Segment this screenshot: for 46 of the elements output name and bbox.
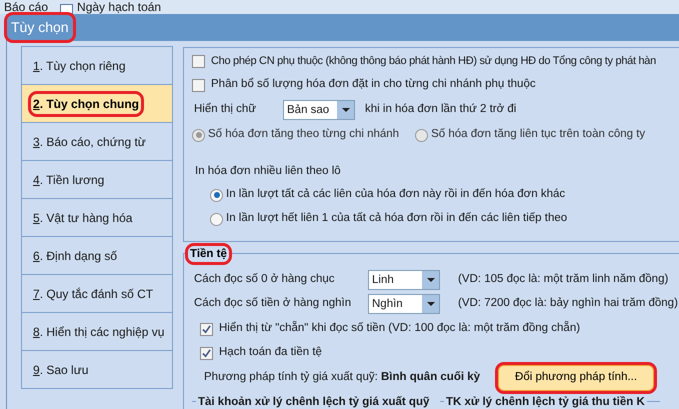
sidebar-item[interactable]: 5. Vật tư hàng hóa xyxy=(21,198,173,237)
change-method-button[interactable]: Đổi phương pháp tính... xyxy=(498,365,654,391)
caret-icon xyxy=(426,278,434,282)
sidebar-item[interactable]: 6. Định dạng số xyxy=(21,236,173,275)
group-title: Tài khoản xử lý chênh lệch tỷ giá xuất quỹ xyxy=(196,394,432,409)
sidebar-item[interactable]: 9. Sao lưu xyxy=(21,350,173,389)
radio-button[interactable] xyxy=(210,212,223,226)
sidebar-item[interactable]: 8. Hiển thị các nghiệp vụ xyxy=(21,312,173,351)
field-label: Hiển thị chữ xyxy=(193,102,258,118)
field-label: Cách đọc số 0 ở hàng chục xyxy=(193,272,336,288)
group-title: TK xử lý chênh lệch tỷ giá thu tiền K xyxy=(444,394,647,409)
section-label: In hóa đơn nhiều liên theo lô xyxy=(194,164,342,179)
example-text: (VD: 7200 đọc là: bảy nghìn hai trăm đồng) xyxy=(458,296,678,312)
sidebar-item[interactable]: 3. Báo cáo, chứng từ xyxy=(21,122,173,161)
radio-label: Số hóa đơn tăng liên tục trên toàn công ty xyxy=(431,127,646,142)
dropdown[interactable]: Nghìn xyxy=(368,294,440,314)
sidebar-item[interactable]: 7. Quy tắc đánh số CT xyxy=(21,274,173,313)
group-title: Tiền tệ xyxy=(188,246,229,262)
checkbox-label: Cho phép CN phụ thuộc (không thông báo phát hành HĐ) sử dụng HĐ do Tổng công ty phát hàn xyxy=(211,54,656,69)
radio-label: Số hóa đơn tăng theo từng chi nhánh xyxy=(208,127,400,142)
caret-icon xyxy=(342,108,350,112)
checkbox[interactable] xyxy=(192,78,205,92)
sidebar-item[interactable]: 2. Tùy chọn chung xyxy=(21,84,173,123)
radio-label: In lần lượt hết liên 1 của tất cả hóa đơn rồi in đến các liên tiếp theo xyxy=(226,211,568,226)
menu-item[interactable]: Báo cáo xyxy=(4,0,48,14)
checkmark-icon xyxy=(202,348,211,358)
checkbox-label: Hạch toán đa tiền tệ xyxy=(219,345,322,360)
field-label: khi in hóa đơn lần thứ 2 trở đi xyxy=(365,102,516,118)
checkmark-icon xyxy=(202,324,211,334)
dropdown[interactable]: Linh xyxy=(368,270,440,290)
dropdown[interactable]: Bản sao xyxy=(283,100,355,120)
sidebar-item[interactable]: 4. Tiền lương xyxy=(21,160,173,199)
caret-icon xyxy=(426,302,434,306)
menu-item[interactable]: Ngày hạch toán xyxy=(77,0,162,14)
checkbox-label: Hiển thị từ "chẵn" khi đọc số tiền (VD: 100 đọc là: một trăm đồng chẵn) xyxy=(219,320,580,336)
method-text: Phương pháp tính tỷ giá xuất quỹ: Bình quân cuối kỳ xyxy=(204,370,480,386)
checkbox[interactable] xyxy=(200,346,213,360)
sidebar-item[interactable]: 1. Tùy chọn riêng xyxy=(21,46,173,85)
checkbox[interactable] xyxy=(192,54,205,68)
example-text: (VD: 105 đọc là: một trăm linh năm đồng) xyxy=(458,272,668,288)
window-title: Tùy chọn xyxy=(7,15,73,40)
checkbox-label: Phân bổ số lượng hóa đơn đặt in cho từng chi nhánh phụ thuộc xyxy=(211,76,536,92)
radio-label: In lần lượt tất cả các liên của hóa đơn này rồi in đến hóa đơn khác xyxy=(226,187,566,202)
checkbox[interactable] xyxy=(200,322,213,336)
field-label: Cách đọc số tiền ở hàng nghìn xyxy=(193,296,352,312)
radio-button[interactable] xyxy=(210,188,223,202)
